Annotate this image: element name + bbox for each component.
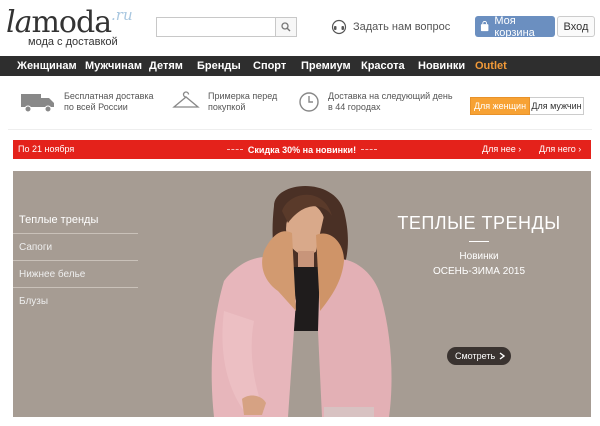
clock-icon — [299, 92, 319, 112]
nav-item-premium[interactable]: Премиум — [301, 60, 361, 72]
benefit-nextday-line-2: в 44 городах — [328, 102, 381, 112]
nav-item-new[interactable]: Новинки — [418, 60, 475, 72]
nav-item-beauty[interactable]: Красота — [361, 60, 418, 72]
banner-view-label: Смотреть — [455, 351, 496, 361]
nav-item-brands[interactable]: Бренды — [197, 60, 253, 72]
banner-title: ТЕПЛЫЕ ТРЕНДЫ — [397, 213, 561, 233]
nav-item-women[interactable]: Женщинам — [17, 60, 85, 72]
banner-category-blouses[interactable]: Блузы — [13, 288, 138, 315]
nav-item-sport[interactable]: Спорт — [253, 60, 301, 72]
gender-men-button[interactable]: Для мужчин — [530, 97, 584, 115]
promo-headline: Скидка 30% на новинки! — [247, 144, 357, 155]
banner-subtitle-2: ОСЕНЬ-ЗИМА 2015 — [432, 266, 526, 277]
logo-wordmark-la: la — [6, 5, 33, 40]
benefit-nextday-text: Доставка на следующий день в 44 городах — [328, 91, 453, 113]
nav-item-men[interactable]: Мужчинам — [85, 60, 149, 72]
benefit-delivery-line-2: по всей России — [64, 102, 128, 112]
model-photo — [211, 186, 392, 417]
logo[interactable]: lamoda .ru мода с доставкой — [6, 5, 141, 49]
ask-question-label: Задать нам вопрос — [353, 21, 451, 33]
gender-switch: Для женщин Для мужчин — [470, 97, 584, 115]
benefit-delivery-line-1: Бесплатная доставка — [64, 91, 154, 101]
benefit-fitting: Примерка перед покупкой — [172, 91, 277, 113]
nav-item-kids[interactable]: Детям — [149, 60, 197, 72]
cart-button[interactable]: Моя корзина — [475, 14, 555, 39]
chevron-right-icon — [499, 352, 505, 360]
cart-label: Моя корзина — [494, 14, 535, 39]
promo-bar[interactable]: По 21 ноября Скидка 30% на новинки! Для … — [13, 140, 591, 159]
cart-bag-icon — [480, 21, 489, 32]
benefit-delivery: Бесплатная доставка по всей России — [20, 91, 154, 113]
benefit-fitting-line-2: покупкой — [208, 102, 246, 112]
benefit-nextday-line-1: Доставка на следующий день — [328, 91, 453, 101]
logo-wordmark: lamoda — [6, 5, 112, 40]
benefit-nextday: Доставка на следующий день в 44 городах — [298, 91, 453, 113]
hero-banner[interactable]: Теплые тренды Сапоги Нижнее белье Блузы … — [13, 171, 591, 417]
ask-question-link[interactable]: Задать нам вопрос — [331, 18, 450, 36]
search-icon — [281, 22, 291, 32]
nav-item-outlet[interactable]: Outlet — [475, 60, 515, 72]
main-nav: Женщинам Мужчинам Детям Бренды Спорт Пре… — [0, 56, 600, 76]
login-button[interactable]: Вход — [557, 16, 595, 37]
benefits-strip: Бесплатная доставка по всей России Приме… — [8, 86, 592, 130]
banner-category-boots[interactable]: Сапоги — [13, 234, 138, 261]
logo-wordmark-moda: moda — [31, 5, 112, 40]
promo-link-him[interactable]: Для него › — [539, 144, 581, 154]
banner-view-button[interactable]: Смотреть — [447, 347, 511, 365]
banner-category-list: Теплые тренды Сапоги Нижнее белье Блузы — [13, 207, 138, 315]
promo-link-her[interactable]: Для нее › — [482, 144, 521, 154]
banner-divider — [469, 241, 489, 242]
search-input[interactable] — [157, 18, 275, 36]
search-button[interactable] — [275, 18, 296, 36]
search-box — [156, 17, 297, 37]
banner-category-warm-trends[interactable]: Теплые тренды — [13, 207, 138, 234]
banner-category-underwear[interactable]: Нижнее белье — [13, 261, 138, 288]
promo-dash-right — [361, 149, 378, 150]
gender-women-button[interactable]: Для женщин — [470, 97, 530, 115]
benefit-delivery-text: Бесплатная доставка по всей России — [64, 91, 154, 113]
benefit-fitting-text: Примерка перед покупкой — [208, 91, 277, 113]
headset-icon — [331, 19, 347, 35]
logo-suffix: .ru — [111, 6, 133, 24]
benefit-fitting-line-1: Примерка перед — [208, 91, 278, 101]
promo-dash-left — [226, 149, 243, 150]
header: lamoda .ru мода с доставкой Задать нам в… — [0, 0, 600, 56]
truck-icon — [21, 94, 54, 113]
hanger-icon — [172, 91, 200, 108]
logo-tagline: мода с доставкой — [28, 36, 118, 48]
banner-subtitle-1: Новинки — [459, 251, 499, 262]
